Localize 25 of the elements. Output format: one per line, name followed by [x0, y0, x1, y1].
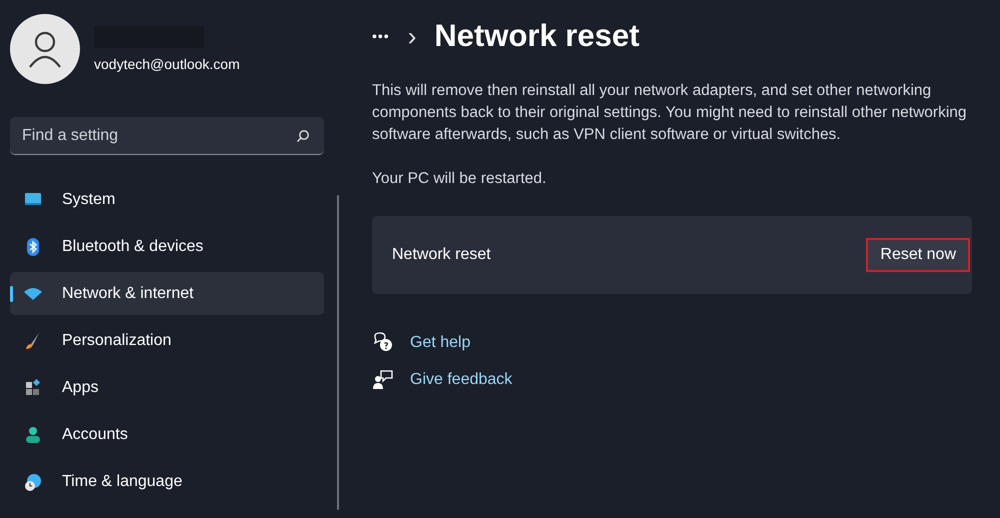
sidebar-item[interactable]: Accounts: [10, 413, 324, 456]
sidebar-item[interactable]: Network & internet: [10, 272, 324, 315]
restart-note: Your PC will be restarted.: [372, 169, 548, 189]
sidebar-item[interactable]: Apps: [10, 366, 324, 409]
page-title: Network reset: [434, 18, 640, 54]
apps-icon: [23, 378, 43, 398]
card-label: Network reset: [392, 246, 491, 264]
help-chat-icon: [372, 332, 394, 354]
more-button[interactable]: •••: [372, 28, 390, 44]
globe-clock-icon: [23, 472, 43, 492]
search-icon: [296, 129, 310, 143]
help-link[interactable]: Give feedback: [410, 371, 512, 389]
sidebar-item[interactable]: Bluetooth & devices: [10, 225, 324, 268]
sidebar-item[interactable]: System: [10, 178, 324, 221]
person-icon: [23, 424, 43, 444]
description-text: This will remove then reinstall all your network adapters, and set other networking components back to their original settings. You might need to reinstall other networking software afterwards, such as VPN client software or virtual switches.: [372, 81, 968, 145]
breadcrumb-separator: ›: [408, 20, 416, 52]
account-email: vodytech@outlook.com: [94, 56, 240, 72]
avatar-icon: [10, 14, 80, 84]
reset-now-button[interactable]: Reset now: [866, 238, 970, 272]
sidebar-item[interactable]: Time & language: [10, 460, 324, 503]
sidebar-item[interactable]: Personalization: [10, 319, 324, 362]
search-field[interactable]: Find a setting: [10, 117, 324, 155]
help-link[interactable]: Get help: [410, 334, 470, 352]
feedback-icon: [372, 369, 394, 391]
